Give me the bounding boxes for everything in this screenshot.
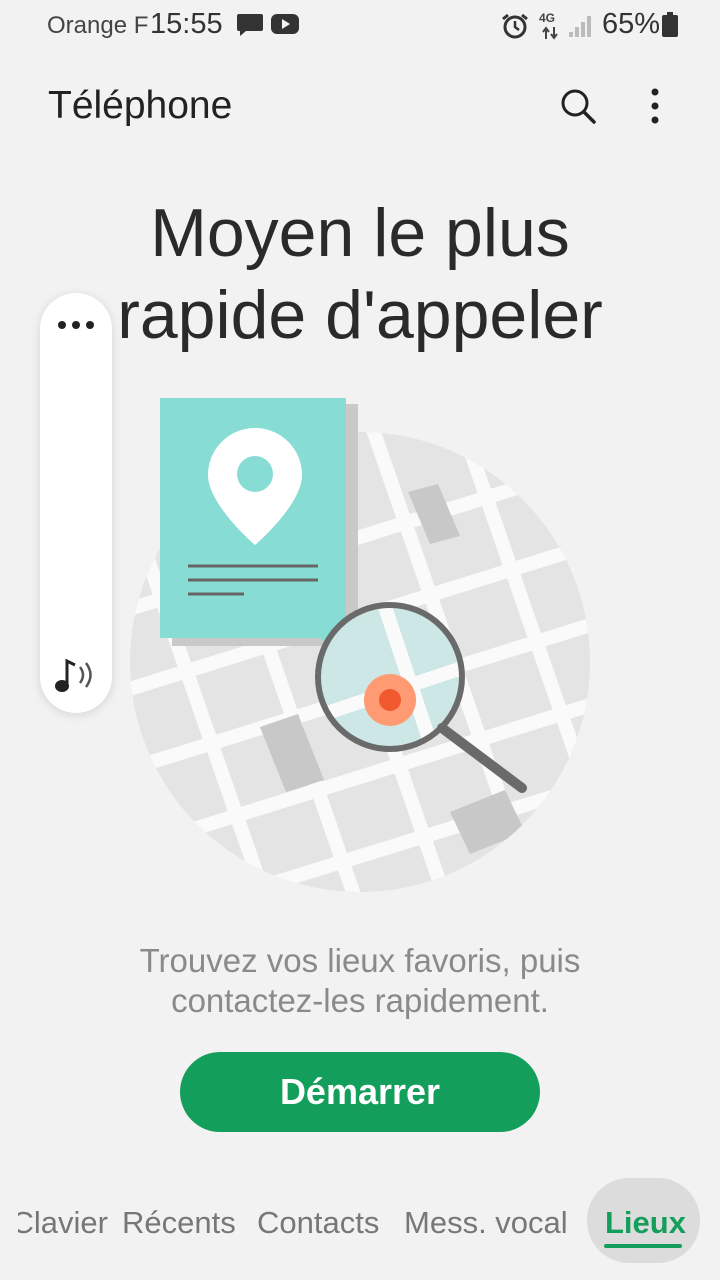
tab-keypad[interactable]: Clavier — [18, 1205, 108, 1241]
app-title: Téléphone — [48, 84, 233, 127]
music-sound-icon — [55, 658, 92, 692]
status-time: 15:55 — [150, 8, 223, 40]
carrier-name: Orange F — [47, 12, 149, 39]
description-text: Trouvez vos lieux favoris, puis contacte… — [139, 942, 581, 1019]
search-button[interactable] — [554, 82, 602, 130]
signal-icon — [568, 14, 594, 43]
edge-panel-music-button[interactable] — [52, 655, 100, 695]
network-type: 4G — [539, 11, 556, 25]
edge-panel-more-button[interactable] — [56, 313, 96, 337]
alarm-icon — [500, 12, 530, 45]
battery-percent: 65% — [602, 8, 661, 40]
data-arrows-icon — [541, 26, 559, 45]
tab-places[interactable]: Lieux — [605, 1205, 686, 1241]
tab-recents[interactable]: Récents — [122, 1205, 236, 1241]
tab-contacts[interactable]: Contacts — [257, 1205, 379, 1241]
active-tab-indicator — [604, 1244, 682, 1248]
message-icon — [236, 12, 264, 43]
headline: Moyen le plus rapide d'appeler — [117, 195, 603, 353]
tab-voicemail[interactable]: Mess. vocal — [404, 1205, 568, 1241]
more-horiz-icon — [58, 321, 94, 329]
battery-icon — [661, 12, 679, 43]
search-icon — [561, 89, 596, 124]
youtube-icon — [270, 12, 300, 41]
more-vert-icon — [651, 88, 659, 124]
bottom-tab-bar: Clavier Récents Contacts Mess. vocal Lie… — [0, 1175, 720, 1265]
edge-panel[interactable] — [40, 293, 112, 713]
more-options-button[interactable] — [631, 82, 679, 130]
places-illustration — [120, 392, 600, 902]
status-bar: Orange F 15:55 4G 65% — [0, 0, 720, 52]
start-button[interactable]: Démarrer — [180, 1052, 540, 1132]
